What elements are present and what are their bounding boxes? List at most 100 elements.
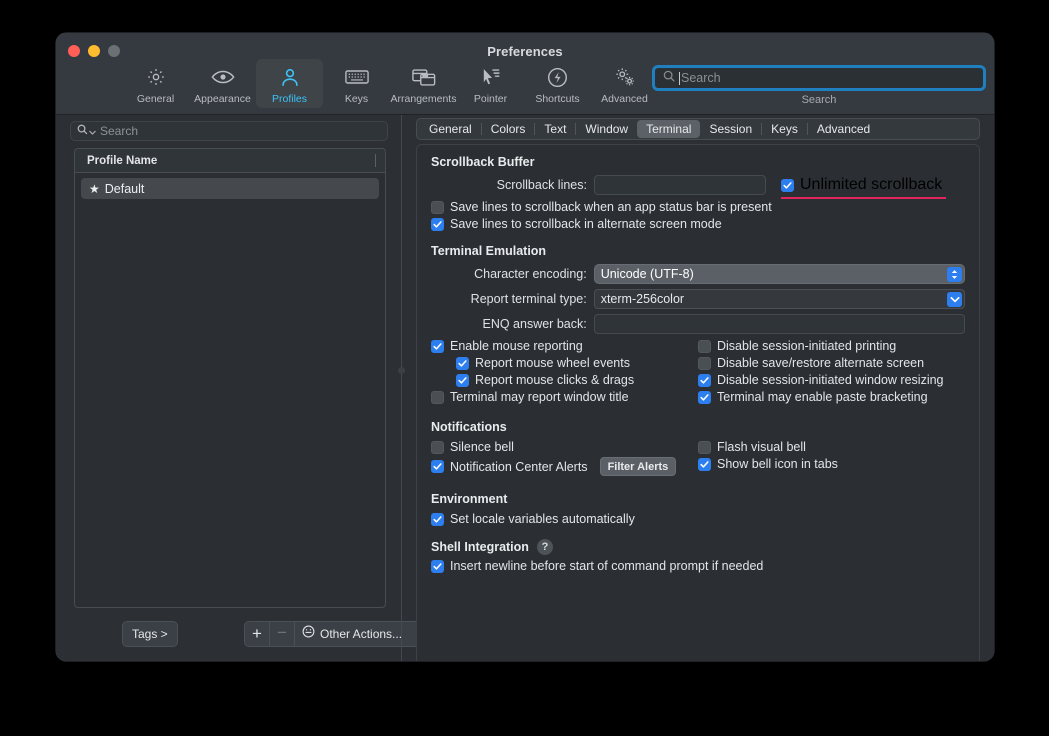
toolbar-item-pointer[interactable]: Pointer <box>457 59 524 108</box>
save-lines-alternate-checkbox[interactable] <box>431 218 444 231</box>
silence-bell-checkbox[interactable] <box>431 441 444 454</box>
save-lines-alternate-label: Save lines to scrollback in alternate sc… <box>450 217 722 231</box>
report-window-title-row: Terminal may report window title <box>431 390 698 404</box>
report-clicks-drags-checkbox[interactable] <box>456 374 469 387</box>
toolbar-item-advanced[interactable]: Advanced <box>591 59 658 108</box>
toolbar-label: Keys <box>345 93 368 105</box>
terminal-settings-panel: Scrollback Buffer Scrollback lines: Unli… <box>416 144 980 661</box>
column-header-profile-name: Profile Name <box>87 155 157 167</box>
disable-window-resizing-checkbox[interactable] <box>698 374 711 387</box>
save-lines-status-bar-checkbox[interactable] <box>431 201 444 214</box>
show-bell-icon-row: Show bell icon in tabs <box>698 457 965 471</box>
profiles-sidebar: Search Profile Name ★ Default Tags > + − <box>56 115 402 661</box>
profile-settings-pane: General Colors Text Window Terminal Sess… <box>402 115 994 661</box>
flash-visual-bell-row: Flash visual bell <box>698 440 965 454</box>
section-heading-scrollback: Scrollback Buffer <box>431 155 965 169</box>
terminal-type-combobox[interactable]: xterm-256color <box>594 289 965 309</box>
insert-newline-row: Insert newline before start of command p… <box>431 559 965 573</box>
character-encoding-value: Unicode (UTF-8) <box>601 267 694 281</box>
set-locale-row: Set locale variables automatically <box>431 512 965 526</box>
emulation-checkbox-grid: Enable mouse reporting Report mouse whee… <box>431 339 965 407</box>
set-locale-checkbox[interactable] <box>431 513 444 526</box>
enq-answerback-input[interactable] <box>594 314 965 334</box>
tab-session[interactable]: Session <box>700 120 761 138</box>
tab-general[interactable]: General <box>420 120 481 138</box>
chevron-down-icon[interactable] <box>89 122 96 140</box>
search-icon <box>77 122 88 140</box>
notifications-right: Flash visual bell Show bell icon in tabs <box>698 440 965 479</box>
profile-search-input[interactable]: Search <box>70 121 388 141</box>
toolbar-label: Advanced <box>601 93 648 105</box>
enq-answerback-label: ENQ answer back: <box>431 317 594 331</box>
notifications-grid: Silence bell Notification Center Alerts … <box>431 440 965 479</box>
profiles-table-header[interactable]: Profile Name <box>75 149 385 173</box>
emulation-checks-right: Disable session-initiated printing Disab… <box>698 339 965 407</box>
toolbar-label: General <box>137 93 174 105</box>
report-wheel-events-checkbox[interactable] <box>456 357 469 370</box>
toolbar-item-arrangements[interactable]: Arrangements <box>390 59 457 108</box>
toolbar-item-general[interactable]: General <box>122 59 189 108</box>
toolbar-item-keys[interactable]: Keys <box>323 59 390 108</box>
help-icon[interactable]: ? <box>537 539 553 555</box>
silence-bell-row: Silence bell <box>431 440 698 454</box>
preferences-window: Preferences General <box>56 33 994 661</box>
show-bell-icon-checkbox[interactable] <box>698 458 711 471</box>
tab-colors[interactable]: Colors <box>482 120 535 138</box>
chevron-down-icon[interactable] <box>947 292 962 307</box>
section-heading-environment: Environment <box>431 492 965 506</box>
disable-printing-checkbox[interactable] <box>698 340 711 353</box>
flash-visual-bell-label: Flash visual bell <box>717 440 806 454</box>
profile-name: Default <box>105 182 145 196</box>
toolbar-label: Profiles <box>272 93 307 105</box>
report-clicks-drags-row: Report mouse clicks & drags <box>456 373 698 387</box>
flash-visual-bell-checkbox[interactable] <box>698 441 711 454</box>
toolbar-item-appearance[interactable]: Appearance <box>189 59 256 108</box>
profiles-table: Profile Name ★ Default <box>74 148 386 608</box>
tab-keys[interactable]: Keys <box>762 120 807 138</box>
unlimited-scrollback-checkbox[interactable] <box>781 179 794 192</box>
disable-save-restore-checkbox[interactable] <box>698 357 711 370</box>
tab-window[interactable]: Window <box>576 120 637 138</box>
tab-terminal[interactable]: Terminal <box>637 120 700 138</box>
profile-search-placeholder: Search <box>100 124 138 138</box>
remove-profile-button[interactable]: − <box>270 622 295 646</box>
toolbar-label: Appearance <box>194 93 251 105</box>
set-locale-label: Set locale variables automatically <box>450 512 635 526</box>
toolbar-item-profiles[interactable]: Profiles <box>256 59 323 108</box>
preferences-toolbar: General Appearance <box>56 59 994 114</box>
window-title: Preferences <box>56 44 994 59</box>
nc-alerts-checkbox[interactable] <box>431 460 444 473</box>
add-profile-button[interactable]: + <box>245 622 270 646</box>
column-resize-handle[interactable] <box>375 154 376 167</box>
insert-newline-checkbox[interactable] <box>431 560 444 573</box>
insert-newline-label: Insert newline before start of command p… <box>450 559 763 573</box>
character-encoding-select[interactable]: Unicode (UTF-8) <box>594 264 965 284</box>
show-bell-icon-label: Show bell icon in tabs <box>717 457 838 471</box>
paste-bracketing-label: Terminal may enable paste bracketing <box>717 390 928 404</box>
enable-mouse-reporting-checkbox[interactable] <box>431 340 444 353</box>
window-body: Search Profile Name ★ Default Tags > + − <box>56 115 994 661</box>
toolbar-label: Pointer <box>474 93 507 105</box>
tab-text[interactable]: Text <box>535 120 575 138</box>
disable-window-resizing-label: Disable session-initiated window resizin… <box>717 373 944 387</box>
character-encoding-row: Character encoding: Unicode (UTF-8) <box>431 264 965 284</box>
scrollback-lines-input[interactable] <box>594 175 766 195</box>
settings-tabbar: General Colors Text Window Terminal Sess… <box>416 118 980 140</box>
section-heading-shell-integration: Shell Integration <box>431 540 529 554</box>
disable-window-resizing-row: Disable session-initiated window resizin… <box>698 373 965 387</box>
toolbar-item-shortcuts[interactable]: Shortcuts <box>524 59 591 108</box>
nc-alerts-label: Notification Center Alerts <box>450 460 588 474</box>
tab-advanced[interactable]: Advanced <box>808 120 879 138</box>
scrollback-lines-label: Scrollback lines: <box>431 178 594 192</box>
paste-bracketing-checkbox[interactable] <box>698 391 711 404</box>
filter-alerts-button[interactable]: Filter Alerts <box>600 457 677 476</box>
search-input[interactable]: Search <box>652 65 986 91</box>
table-row[interactable]: ★ Default <box>81 178 379 199</box>
paste-bracketing-row: Terminal may enable paste bracketing <box>698 390 965 404</box>
search-placeholder: Search <box>681 71 721 85</box>
enable-mouse-reporting-label: Enable mouse reporting <box>450 339 583 353</box>
tags-button[interactable]: Tags > <box>122 621 178 647</box>
report-window-title-checkbox[interactable] <box>431 391 444 404</box>
gear-icon <box>146 64 166 90</box>
person-icon <box>280 64 300 90</box>
